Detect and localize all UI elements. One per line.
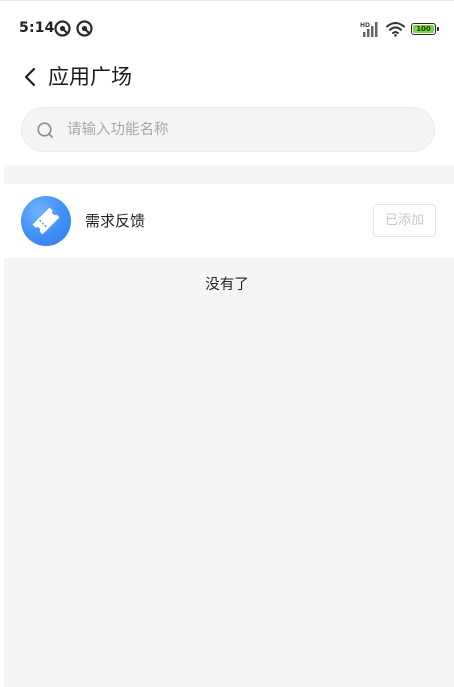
cellular-signal-icon: HD bbox=[360, 21, 378, 37]
status-time: 5:14 bbox=[19, 20, 55, 36]
app-name: 需求反馈 bbox=[85, 212, 146, 230]
network-type-label: HD bbox=[360, 22, 370, 29]
list-background bbox=[4, 258, 454, 687]
list-end-text: 没有了 bbox=[205, 277, 249, 293]
search-input[interactable] bbox=[67, 108, 417, 151]
app-list-item[interactable]: 需求反馈 已添加 bbox=[0, 184, 454, 258]
app-icon bbox=[21, 196, 71, 246]
page-title: 应用广场 bbox=[48, 65, 132, 89]
added-button[interactable]: 已添加 bbox=[373, 204, 436, 237]
status-bar: 5:14 HD 100 bbox=[0, 0, 454, 56]
app-square-screen: 5:14 HD 100 应用广场 请输入功能名称 需求反馈 已添加 没有了 bbox=[0, 0, 454, 687]
notification-app-icon bbox=[76, 20, 93, 37]
chevron-left-icon[interactable] bbox=[18, 62, 46, 92]
status-indicators: HD 100 bbox=[360, 20, 439, 38]
search-icon bbox=[37, 122, 53, 138]
section-divider bbox=[4, 165, 454, 184]
wifi-icon bbox=[386, 22, 405, 37]
battery-icon: 100 bbox=[411, 23, 439, 35]
search-bar[interactable] bbox=[21, 107, 435, 152]
battery-level: 100 bbox=[413, 25, 434, 33]
page-header: 应用广场 bbox=[0, 56, 454, 100]
ticket-icon bbox=[32, 207, 60, 235]
notification-app-icon bbox=[54, 20, 71, 37]
